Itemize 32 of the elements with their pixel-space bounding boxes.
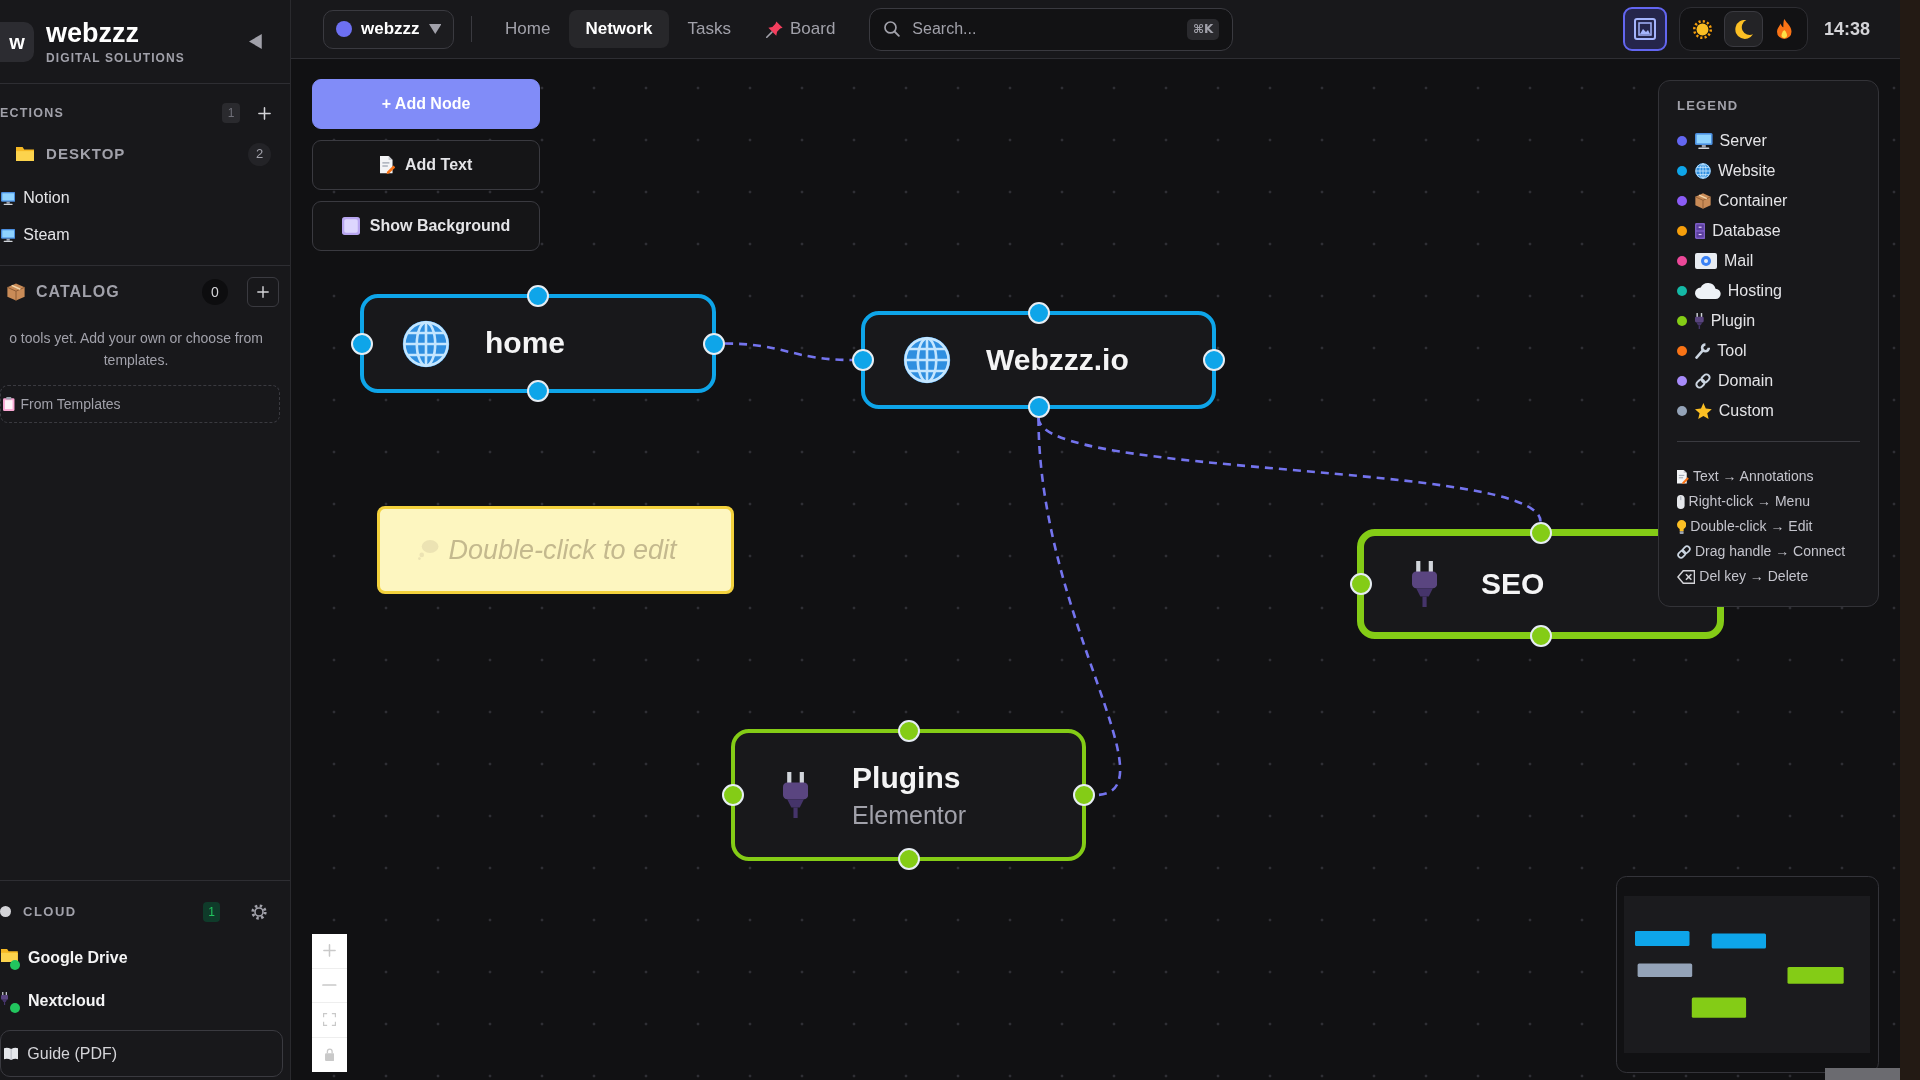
section-title: CLOUD	[23, 902, 77, 921]
hint-text: Text → Annotations	[1692, 467, 1814, 486]
count-badge: 2	[248, 142, 271, 166]
logo: w	[0, 21, 34, 62]
section-title: CATALOG	[36, 282, 120, 302]
section-title: ECTIONS	[0, 104, 64, 122]
node-title: SEO	[1481, 566, 1545, 602]
legend-label: Database	[1712, 221, 1781, 241]
legend-label: Website	[1718, 161, 1776, 181]
legend-label: Hosting	[1727, 281, 1782, 301]
brand-name: webzzz	[46, 19, 140, 47]
legend-label: Tool	[1717, 341, 1747, 361]
count-badge: 1	[203, 901, 220, 922]
legend-label: Server	[1719, 131, 1767, 151]
hint-text: Right-click → Menu	[1688, 492, 1810, 511]
count-badge: 0	[202, 279, 228, 305]
brand-tagline: DIGITAL SOLUTIONS	[46, 51, 185, 64]
legend-label: Container	[1718, 191, 1788, 211]
node-title: home	[485, 326, 565, 361]
folder-name: DESKTOP	[46, 143, 126, 164]
legend-title: LEGEND	[1677, 98, 1740, 114]
legend-label: Plugin	[1710, 311, 1756, 331]
legend-label: Domain	[1718, 371, 1774, 391]
empty-state-text: o tools yet. Add your own or choose from templates.	[8, 329, 264, 370]
clock-time: 14:38	[1823, 17, 1870, 41]
legend-label: Mail	[1724, 251, 1754, 271]
note-text: Double-click to edit	[448, 533, 677, 567]
count-badge: 1	[222, 103, 240, 123]
node-subtitle: Elementor	[852, 801, 967, 829]
legend-label: Custom	[1718, 401, 1774, 421]
node-title: Webzzz.io	[986, 342, 1129, 378]
node-title: Plugins	[852, 761, 962, 796]
